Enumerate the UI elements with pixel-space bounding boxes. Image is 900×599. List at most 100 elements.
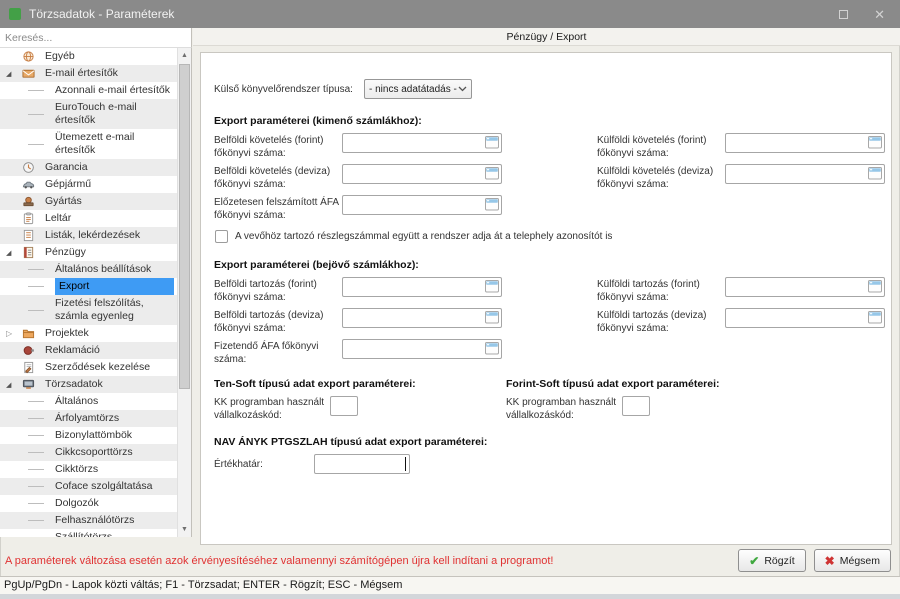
tensoft-section: Ten-Soft típusú adat export paraméterei:… <box>214 378 506 422</box>
lookup-icon[interactable] <box>485 136 499 149</box>
ledger-number-input[interactable] <box>342 308 502 328</box>
lookup-icon[interactable] <box>485 311 499 324</box>
tree-item[interactable]: ▷ Projektek <box>0 325 177 342</box>
tree-item[interactable]: Szállítótörzs <box>0 529 177 537</box>
tree-item[interactable]: ◢E-mail értesítők <box>0 65 177 82</box>
close-icon[interactable]: ✕ <box>874 8 885 21</box>
tree-item-label: Egyéb <box>45 48 174 65</box>
lookup-icon[interactable] <box>485 198 499 211</box>
save-button[interactable]: ✔ Rögzít <box>738 549 805 572</box>
tree-item[interactable]: Egyéb <box>0 48 177 65</box>
ledger-number-input[interactable] <box>342 195 502 215</box>
ledger-number-input[interactable] <box>725 133 885 153</box>
ledger-number-input[interactable] <box>342 164 502 184</box>
expander-icon[interactable]: ▷ <box>6 329 18 338</box>
lookup-icon[interactable] <box>485 342 499 355</box>
tree-item[interactable]: Azonnali e-mail értesítők <box>0 82 177 99</box>
tree-item[interactable]: Bizonylattömbök <box>0 427 177 444</box>
tree-item[interactable]: Cikktörzs <box>0 461 177 478</box>
tree-item[interactable]: EuroTouch e-mail értesítők <box>0 99 177 129</box>
expander-icon[interactable]: ◢ <box>6 70 18 78</box>
lookup-icon[interactable] <box>485 280 499 293</box>
site-id-checkbox-label: A vevőhöz tartozó részlegszámmal együtt … <box>235 231 612 242</box>
tree-item[interactable]: ◢Pénzügy <box>0 244 177 261</box>
ledger-number-input[interactable] <box>725 277 885 297</box>
value-limit-label: Értékhatár: <box>214 459 314 470</box>
search-input[interactable] <box>0 28 192 48</box>
value-limit-input[interactable] <box>314 454 410 474</box>
restart-warning: A paraméterek változása esetén azok érvé… <box>5 555 553 567</box>
lookup-icon[interactable] <box>868 136 882 149</box>
tree-item-label: Projektek <box>45 325 174 342</box>
site-id-checkbox[interactable] <box>215 230 228 243</box>
expander-icon[interactable]: ◢ <box>6 381 18 389</box>
scroll-down-icon[interactable]: ▼ <box>178 522 191 537</box>
app-window: Törzsadatok - Paraméterek ✕ Egyéb◢E-mail… <box>0 0 900 599</box>
tree-item[interactable]: Gyártás <box>0 193 177 210</box>
computer-icon <box>18 378 38 391</box>
tree-item[interactable]: Szerződések kezelése <box>0 359 177 376</box>
tree-scrollbar[interactable]: ▲ ▼ <box>177 48 191 537</box>
ledger-number-input[interactable] <box>725 308 885 328</box>
ledger-number-field <box>725 164 885 184</box>
tree-item[interactable]: Ütemezett e-mail értesítők <box>0 129 177 159</box>
list-icon <box>18 229 38 242</box>
lookup-icon[interactable] <box>868 280 882 293</box>
tree-item-label: Felhasználótörzs <box>55 512 174 529</box>
ledger-number-field <box>725 308 885 328</box>
accounting-system-select[interactable]: - nincs adatátadás - <box>364 79 472 99</box>
ledger-number-input[interactable] <box>342 133 502 153</box>
tree-item[interactable]: Árfolyamtörzs <box>0 410 177 427</box>
field-label: Külföldi tartozás (forint) főkönyvi szám… <box>597 277 725 304</box>
tree-item[interactable]: Leltár <box>0 210 177 227</box>
expander-icon[interactable]: ◢ <box>6 249 18 257</box>
scrollbar-thumb[interactable] <box>179 64 190 389</box>
ledger-icon <box>18 246 38 259</box>
lookup-icon[interactable] <box>868 167 882 180</box>
ledger-number-input[interactable] <box>342 339 502 359</box>
tree-item-label: Garancia <box>45 159 174 176</box>
lookup-icon[interactable] <box>485 167 499 180</box>
ledger-number-input[interactable] <box>342 277 502 297</box>
lookup-icon[interactable] <box>868 311 882 324</box>
car-icon <box>18 178 38 191</box>
clipboard-icon <box>18 212 38 225</box>
tree-line <box>28 286 44 287</box>
forintsoft-field-label: KK programban használt vállalkozáskód: <box>506 396 618 422</box>
nav-anyk-section: NAV ÁNYK PTGSZLAH típusú adat export par… <box>214 436 891 474</box>
tree-item[interactable]: ◢Törzsadatok <box>0 376 177 393</box>
tree-item[interactable]: Cikkcsoporttörzs <box>0 444 177 461</box>
field-label: Külföldi követelés (deviza) főkönyvi szá… <box>597 164 725 191</box>
x-icon: ✖ <box>825 554 835 568</box>
tree-item[interactable]: Fizetési felszólítás, számla egyenleg <box>0 295 177 325</box>
tree-item[interactable]: Felhasználótörzs <box>0 512 177 529</box>
tree-item[interactable]: Általános <box>0 393 177 410</box>
tree-item[interactable]: Gépjármű <box>0 176 177 193</box>
ledger-number-input[interactable] <box>725 164 885 184</box>
scroll-up-icon[interactable]: ▲ <box>178 48 191 63</box>
window-bottom-edge <box>0 594 900 599</box>
tree-line <box>28 435 44 436</box>
ledger-number-field <box>342 133 502 153</box>
accounting-system-label: Külső könyvelőrendszer típusa: <box>214 84 364 95</box>
ledger-number-field <box>342 339 502 359</box>
cancel-button[interactable]: ✖ Mégsem <box>814 549 891 572</box>
ledger-number-field <box>342 195 502 215</box>
tree-item[interactable]: Dolgozók <box>0 495 177 512</box>
check-icon: ✔ <box>749 554 759 568</box>
forintsoft-company-code-input[interactable] <box>622 396 650 416</box>
value-limit-field <box>314 454 410 474</box>
tree-item[interactable]: Általános beállítások <box>0 261 177 278</box>
tree-item[interactable]: Listák, lekérdezések <box>0 227 177 244</box>
tensoft-field-label: KK programban használt vállalkozáskód: <box>214 396 326 422</box>
tree-item-label: Coface szolgáltatása <box>55 478 174 495</box>
maximize-icon[interactable] <box>839 10 848 19</box>
tensoft-company-code-input[interactable] <box>330 396 358 416</box>
tree-line <box>28 452 44 453</box>
globe-icon <box>18 50 38 63</box>
tree-item[interactable]: Export <box>0 278 177 295</box>
tree-item[interactable]: Coface szolgáltatása <box>0 478 177 495</box>
tree-item-label: Cikkcsoporttörzs <box>55 444 174 461</box>
tree-item[interactable]: Reklamáció <box>0 342 177 359</box>
tree-item[interactable]: Garancia <box>0 159 177 176</box>
